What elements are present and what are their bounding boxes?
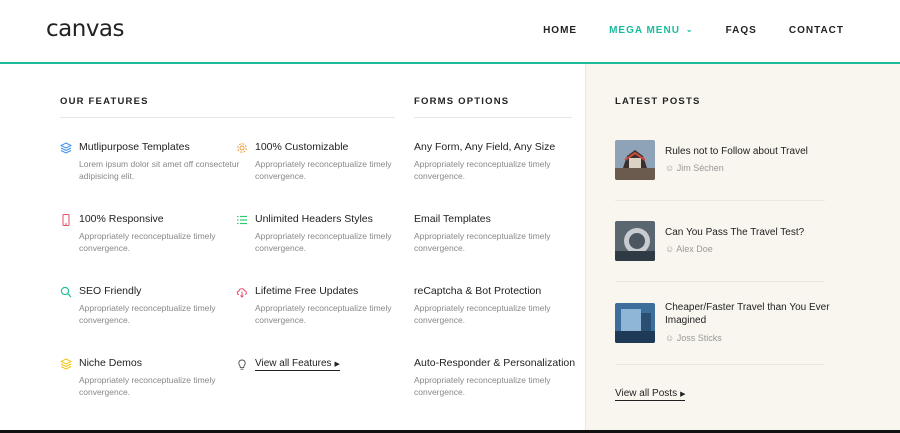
link-label: View all Posts	[615, 388, 678, 399]
nav-item-faqs[interactable]: FAQS	[726, 25, 757, 36]
nav-label: HOME	[543, 25, 578, 36]
post-author: ☺ Jim Séchen	[665, 163, 724, 173]
nav-item-mega-menu[interactable]: MEGA MENU ⌄	[609, 25, 694, 36]
site-header: canvas HOME MEGA MENU ⌄ FAQS CONTACT	[0, 0, 900, 62]
form-option-title: Auto-Responder & Personalization	[414, 357, 576, 369]
posts-heading: LATEST POSTS	[615, 96, 701, 107]
post-divider	[615, 281, 825, 282]
feature-desc: Lorem ipsum dolor sit amet off consectet…	[79, 159, 240, 181]
features-heading: OUR FEATURES	[60, 96, 149, 107]
link-label: View all Features	[255, 358, 332, 369]
post-author: ☺ Joss Sticks	[665, 333, 722, 343]
post-thumbnail[interactable]	[615, 303, 655, 343]
feature-desc: Appropriately reconceptualize timely con…	[79, 375, 216, 397]
caret-right-icon: ▶	[334, 361, 340, 368]
lightbulb-icon	[238, 359, 246, 370]
nav-item-home[interactable]: HOME	[543, 25, 577, 36]
list-icon	[237, 215, 247, 225]
feature-desc: Appropriately reconceptualize timely con…	[255, 159, 392, 181]
form-option-title: Email Templates	[414, 213, 491, 225]
feature-title: Lifetime Free Updates	[255, 285, 359, 297]
post-title[interactable]: Rules not to Follow about Travel	[665, 145, 830, 158]
nav-item-contact[interactable]: CONTACT	[789, 25, 844, 36]
user-icon: ☺	[665, 244, 677, 254]
form-option-desc: Appropriately reconceptualize timely con…	[414, 303, 551, 325]
layers-icon	[60, 358, 72, 370]
cloud-download-icon	[236, 288, 247, 298]
site-logo[interactable]: canvas	[46, 16, 125, 42]
search-icon	[60, 286, 72, 298]
form-option-desc: Appropriately reconceptualize timely con…	[414, 375, 551, 397]
layers-icon	[60, 142, 72, 154]
user-icon: ☺	[665, 333, 677, 343]
post-author: ☺ Alex Doe	[665, 244, 713, 254]
feature-desc: Appropriately reconceptualize timely con…	[79, 231, 216, 253]
post-thumbnail[interactable]	[615, 140, 655, 180]
caret-right-icon: ▶	[680, 391, 686, 398]
feature-desc: Appropriately reconceptualize timely con…	[79, 303, 216, 325]
mobile-icon	[62, 214, 70, 226]
feature-title: Unlimited Headers Styles	[255, 213, 373, 225]
gear-icon	[237, 143, 247, 153]
feature-title: Niche Demos	[79, 357, 143, 369]
forms-heading: FORMS OPTIONS	[414, 96, 510, 107]
main-nav: HOME MEGA MENU ⌄ FAQS CONTACT	[511, 25, 844, 36]
post-title[interactable]: Cheaper/Faster Travel than You Ever Imag…	[665, 301, 830, 327]
chevron-down-icon: ⌄	[685, 25, 694, 34]
post-author-name: Alex Doe	[676, 244, 713, 254]
post-thumbnail[interactable]	[615, 221, 655, 261]
feature-title: 100% Customizable	[255, 141, 349, 153]
view-all-posts-link[interactable]: View all Posts ▶	[615, 388, 686, 401]
feature-title: 100% Responsive	[79, 213, 164, 225]
feature-title: SEO Friendly	[79, 285, 142, 297]
forms-divider	[414, 117, 572, 118]
nav-label: MEGA MENU	[609, 25, 680, 36]
form-option-desc: Appropriately reconceptualize timely con…	[414, 231, 551, 253]
post-title[interactable]: Can You Pass The Travel Test?	[665, 226, 830, 239]
feature-title: Mutlipurpose Templates	[79, 141, 190, 153]
post-author-name: Jim Séchen	[676, 163, 724, 173]
post-divider	[615, 200, 825, 201]
user-icon: ☺	[665, 163, 677, 173]
nav-label: CONTACT	[788, 25, 844, 36]
feature-desc: Appropriately reconceptualize timely con…	[255, 303, 392, 325]
form-option-title: reCaptcha & Bot Protection	[414, 285, 542, 297]
view-all-features-link[interactable]: View all Features ▶	[255, 358, 340, 371]
post-author-name: Joss Sticks	[676, 333, 722, 343]
feature-desc: Appropriately reconceptualize timely con…	[255, 231, 392, 253]
form-option-desc: Appropriately reconceptualize timely con…	[414, 159, 551, 181]
post-divider	[615, 364, 825, 365]
features-divider	[60, 117, 395, 118]
form-option-title: Any Form, Any Field, Any Size	[414, 141, 556, 153]
nav-label: FAQS	[725, 25, 757, 36]
